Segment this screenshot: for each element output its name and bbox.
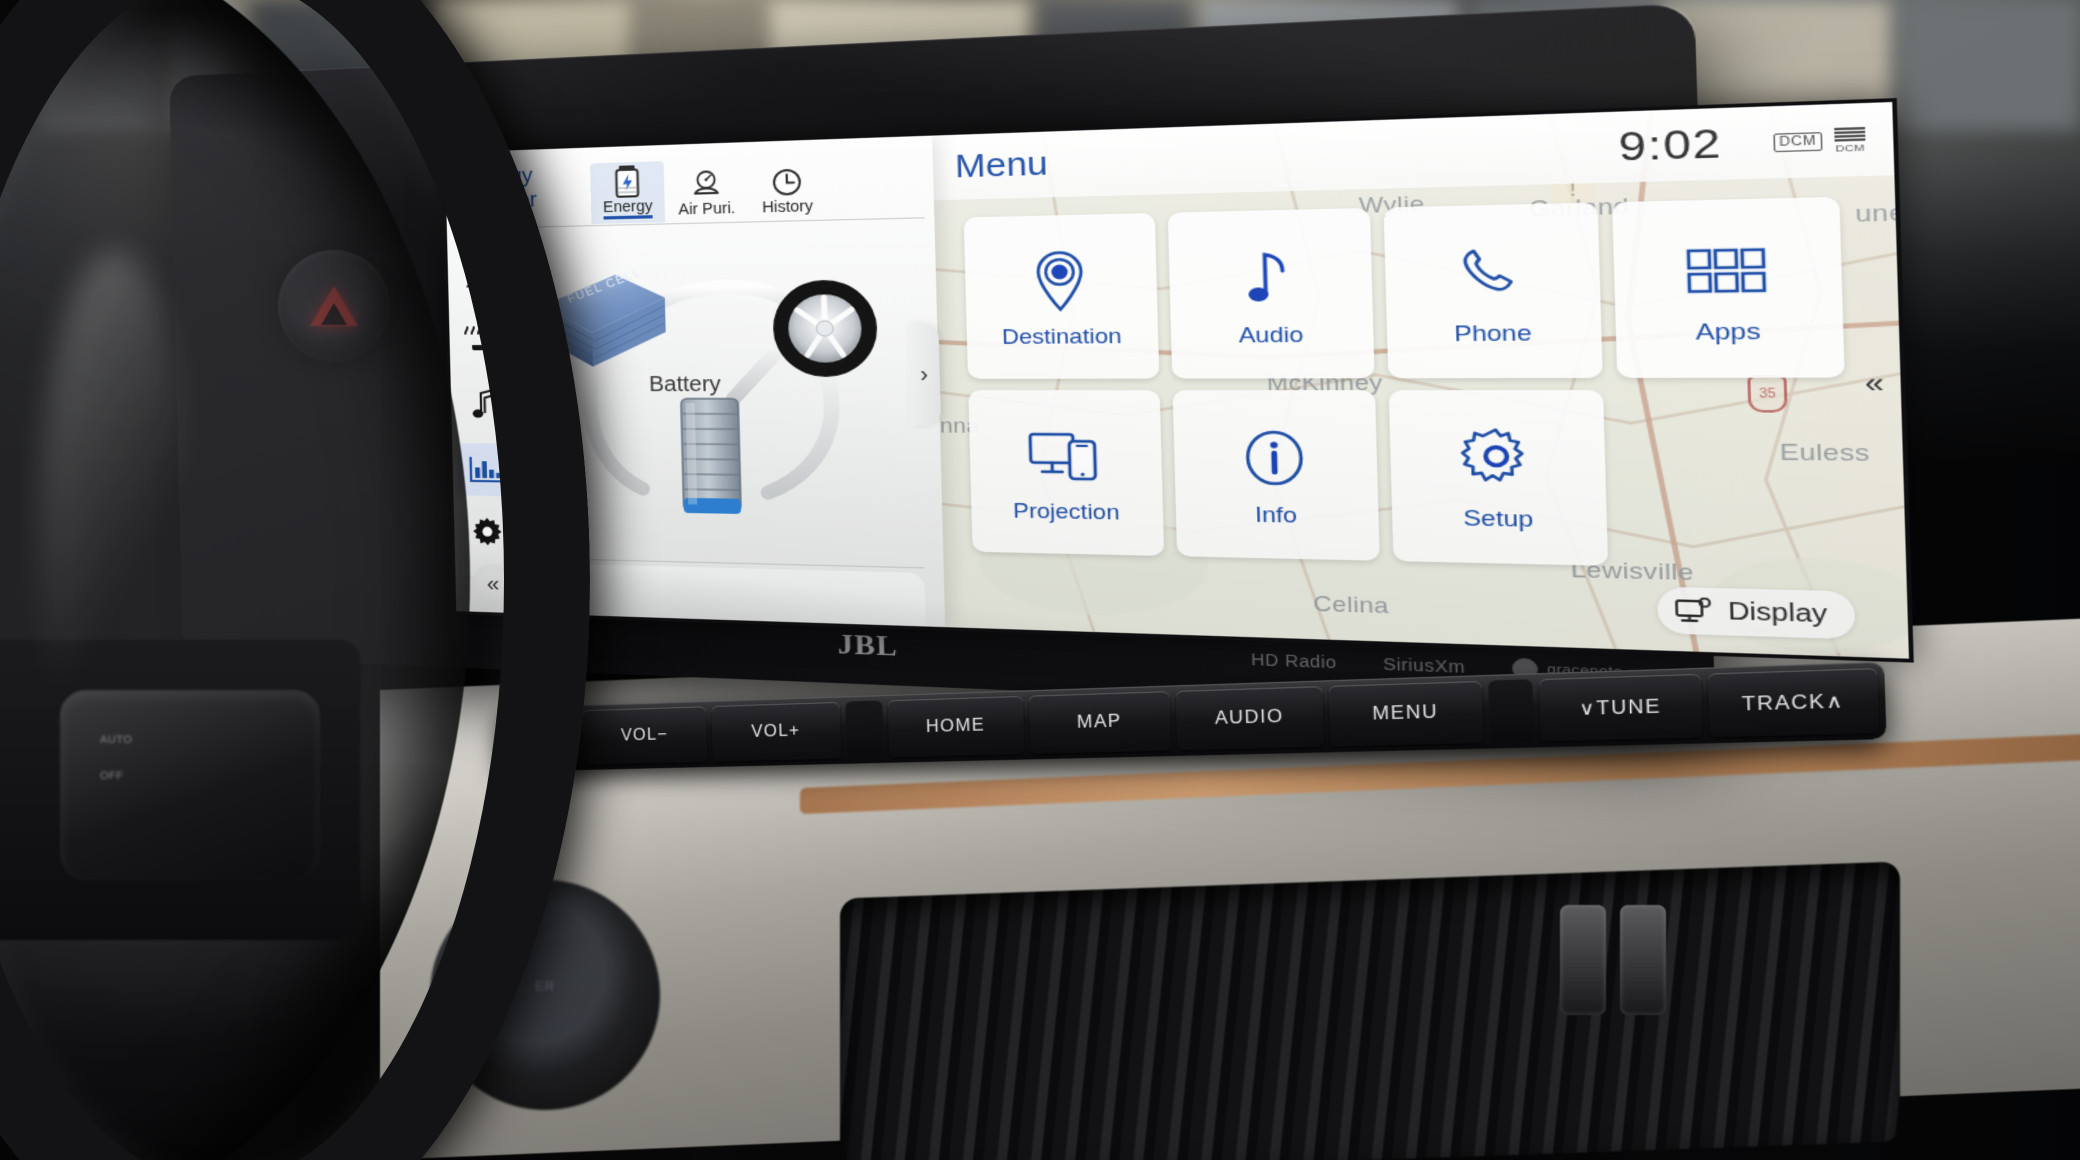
tile-audio-label: Audio [1238, 323, 1303, 349]
phone-handset-icon [1455, 234, 1528, 314]
tile-audio[interactable]: Audio [1168, 208, 1375, 379]
button-gap [845, 700, 884, 758]
map-label: Celina [1313, 592, 1389, 620]
tab-air-purifier-label: Air Puri. [669, 200, 745, 218]
air-purifier-icon [668, 167, 744, 202]
tile-destination-label: Destination [1002, 325, 1122, 351]
tile-destination[interactable]: Destination [964, 213, 1160, 379]
menu-button[interactable]: MENU [1328, 681, 1483, 747]
volume-down-button[interactable]: VOL− [582, 706, 707, 765]
clock-history-icon [748, 165, 826, 200]
map-pin-icon [1030, 243, 1090, 319]
energy-tab-bar: Energy Air Puri. History [590, 150, 827, 226]
tile-setup-label: Setup [1463, 506, 1534, 534]
tab-air-purifier[interactable]: Air Puri. [668, 164, 745, 222]
battery-energy-icon [590, 164, 664, 198]
hd-radio-label: HD Radio [1251, 650, 1337, 672]
music-note-icon [1242, 239, 1297, 317]
dcm-badge-icon: DCM [1773, 131, 1823, 151]
wiper-stalk[interactable]: AUTO OFF [60, 690, 320, 880]
tile-phone[interactable]: Phone [1384, 202, 1603, 378]
menu-title: Menu [954, 145, 1048, 186]
signal-strength-icon: DCM [1834, 126, 1866, 153]
display-button-label: Display [1728, 598, 1828, 629]
clock: 9:02 [1618, 120, 1723, 171]
tile-setup[interactable]: Setup [1389, 390, 1608, 566]
status-icon-group: DCM DCM [1773, 126, 1866, 155]
dashboard-scene: ER JBL HD Radio SiriusXm gracenote [0, 0, 2080, 1160]
tile-info[interactable]: Info [1173, 390, 1380, 561]
info-circle-icon [1240, 419, 1309, 497]
tab-history-label: History [749, 198, 826, 216]
tab-history[interactable]: History [748, 161, 826, 220]
hd-radio-logo: HD Radio [1251, 650, 1337, 672]
stalk-label-off: OFF [100, 770, 124, 782]
tile-apps[interactable]: Apps [1612, 197, 1845, 378]
display-button[interactable]: Display [1658, 587, 1856, 640]
button-gap-2 [1488, 679, 1534, 743]
audio-button[interactable]: AUDIO [1175, 686, 1324, 750]
gear-icon [1457, 420, 1535, 500]
tile-projection[interactable]: Projection [968, 390, 1164, 556]
map-button[interactable]: MAP [1029, 691, 1172, 754]
air-vent [840, 861, 1900, 1160]
battery-label: Battery [649, 373, 721, 398]
tile-info-label: Info [1255, 503, 1298, 529]
speaker-label: ER [535, 978, 555, 993]
right-collapse-handle[interactable]: « [1849, 329, 1899, 438]
siriusxm-logo: SiriusXm [1383, 654, 1466, 676]
signal-label: DCM [1835, 141, 1865, 153]
volume-up-button[interactable]: VOL+ [711, 702, 841, 762]
apps-grid-icon [1683, 230, 1769, 313]
tile-apps-label: Apps [1695, 319, 1761, 347]
tile-phone-label: Phone [1454, 321, 1532, 348]
vent-knob-right[interactable] [1620, 905, 1666, 1015]
tab-energy-label: Energy [603, 198, 653, 220]
menu-tile-grid: Destination Audio Phone Apps Projection … [964, 197, 1851, 571]
tab-energy[interactable]: Energy [590, 161, 665, 224]
left-expand-handle[interactable]: › [907, 323, 941, 426]
vent-knob-left[interactable] [1560, 905, 1606, 1015]
display-settings-icon [1676, 597, 1715, 625]
jbl-logo: JBL [837, 628, 898, 663]
tune-button[interactable]: ∨TUNE [1539, 674, 1703, 742]
home-button[interactable]: HOME [888, 696, 1025, 758]
infotainment-screen[interactable]: Energy Monitor Energy Air Puri. History … [445, 102, 1909, 659]
battery-graphic [681, 399, 741, 514]
menu-map-panel: ! 35 Menu 9:02 DCM DCM Destination Audio… [932, 102, 1909, 659]
screen-mirroring-icon [1026, 418, 1104, 494]
track-button[interactable]: TRACK∧ [1708, 668, 1880, 737]
stalk-label-auto: AUTO [100, 734, 132, 746]
tile-projection-label: Projection [1013, 500, 1120, 527]
siriusxm-label: SiriusXm [1383, 654, 1466, 676]
